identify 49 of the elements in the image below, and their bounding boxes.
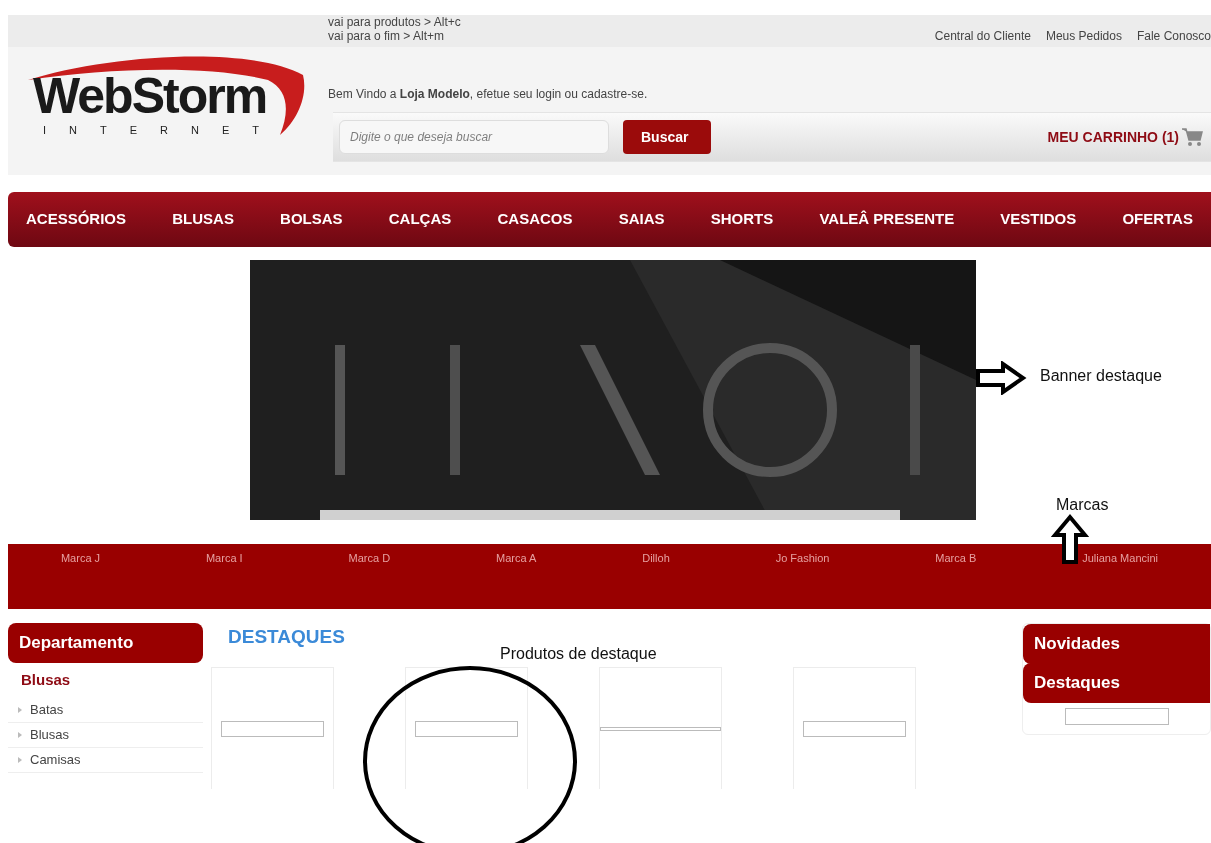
section-title: DESTAQUES xyxy=(228,625,346,649)
cart-link[interactable]: MEU CARRINHO (1) xyxy=(1047,126,1179,148)
sidebar-header: Departamento xyxy=(8,623,203,663)
nav-link[interactable]: BLUSAS xyxy=(172,208,234,231)
brand-link[interactable]: Marca B xyxy=(935,550,977,567)
sidebar-item-label: Batas xyxy=(30,701,64,720)
bullet-icon xyxy=(18,757,22,763)
bullet-icon xyxy=(18,707,22,713)
bullet-icon xyxy=(18,732,22,738)
nav-link[interactable]: OFERTAS xyxy=(1122,208,1193,231)
top-link[interactable]: Meus Pedidos xyxy=(1045,27,1122,47)
brand-link[interactable]: Marca A xyxy=(496,550,537,567)
nav-link[interactable]: CALÇAS xyxy=(388,208,452,231)
shortcut-link[interactable]: vai para o fim > Alt+m xyxy=(328,29,461,43)
welcome-text: Bem Vindo a Loja Modelo, efetue seu login ou cadastre-se. xyxy=(328,86,648,103)
nav-link[interactable]: ACESSÓRIOS xyxy=(26,208,127,231)
brand-link[interactable]: Marca J xyxy=(60,550,101,567)
nav-link[interactable]: VESTIDOS xyxy=(1000,208,1077,231)
arrow-icon xyxy=(975,361,1027,395)
top-link[interactable]: Central do Cliente xyxy=(934,27,1031,47)
nav-link[interactable]: SHORTS xyxy=(710,208,774,231)
brand-link[interactable]: Jo Fashion xyxy=(775,550,830,567)
brand-link[interactable]: Dilloh xyxy=(642,550,670,567)
search-field[interactable]: Digite o que deseja buscar xyxy=(339,120,609,154)
shortcut-link[interactable]: vai para produtos > Alt+c xyxy=(328,15,461,29)
sidebar-item[interactable]: Blusas xyxy=(8,723,203,748)
cart-icon[interactable] xyxy=(1181,127,1203,147)
brand-link[interactable]: Marca I xyxy=(205,550,243,567)
brand-link[interactable]: Juliana Mancini xyxy=(1082,550,1159,567)
top-link[interactable]: Fale Conosco xyxy=(1136,27,1211,47)
panel-tab[interactable]: Novidades xyxy=(1023,624,1210,664)
brand-link[interactable]: Marca D xyxy=(348,550,391,567)
nav-link[interactable]: BOLSAS xyxy=(280,208,343,231)
annotation-label: Produtos de destaque xyxy=(500,644,657,664)
nav-link[interactable]: CASACOS xyxy=(497,208,573,231)
annotation-label: Marcas xyxy=(1056,495,1109,515)
panel-tab[interactable]: Destaques xyxy=(1023,663,1210,703)
sidebar-item-label: Camisas xyxy=(30,751,81,770)
sidebar-item-label: Blusas xyxy=(30,726,70,745)
nav-link[interactable]: VALEÂ PRESENTE xyxy=(819,208,955,231)
logo-tagline: INTERNET xyxy=(43,123,282,138)
category-title: Blusas xyxy=(20,670,72,691)
annotation-label: Banner destaque xyxy=(1040,366,1162,386)
sidebar-item[interactable]: Batas xyxy=(8,698,203,723)
logo-text: WebStorm xyxy=(33,70,267,122)
sidebar-item[interactable]: Camisas xyxy=(8,748,203,773)
search-button[interactable]: Buscar xyxy=(623,120,711,154)
nav-link[interactable]: SAIAS xyxy=(618,208,665,231)
product-card[interactable] xyxy=(405,667,528,789)
